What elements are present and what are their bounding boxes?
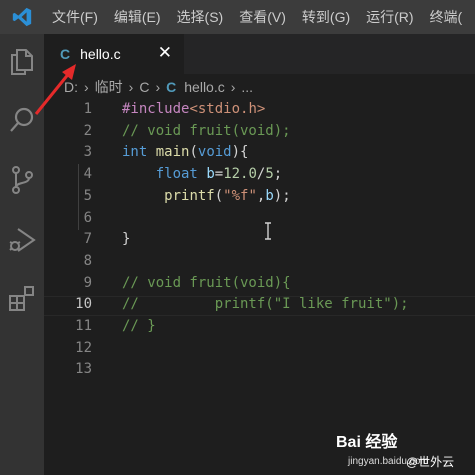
vscode-logo-icon[interactable] (0, 0, 44, 34)
code-token: ( (189, 144, 198, 161)
code-token: ); (273, 187, 291, 204)
code-token: // void fruit(void); (122, 122, 291, 139)
menu-view[interactable]: 查看(V) (231, 0, 294, 34)
chevron-right-icon: › (230, 79, 236, 95)
annotation-arrow (30, 60, 90, 125)
code-token: 12.0 (223, 166, 257, 183)
code-line[interactable]: 10 // printf("I like fruit"); (44, 293, 475, 315)
code-text: int main(void){ (122, 141, 248, 163)
line-number: 12 (75, 339, 92, 356)
code-text: // printf("I like fruit"); (122, 293, 409, 315)
source-control-icon[interactable] (0, 158, 44, 202)
code-token: // } (122, 318, 156, 334)
code-text: #include<stdio.h> (122, 98, 265, 120)
line-number: 6 (83, 209, 92, 226)
line-number: 8 (83, 252, 92, 269)
code-text: printf("%f",b); (122, 185, 291, 207)
breadcrumb-file[interactable]: hello.c (184, 79, 224, 95)
baidu-watermark: Bai 经验 jingyan.baidu.com @世外云 (336, 428, 475, 474)
code-token: 5 (265, 166, 274, 183)
line-number: 9 (83, 274, 92, 291)
code-token: <stdio.h> (189, 101, 266, 117)
code-token: ( (214, 187, 224, 204)
code-line[interactable]: 5 printf("%f",b); (44, 185, 475, 207)
menu-run[interactable]: 运行(R) (358, 0, 421, 34)
code-line[interactable]: 13 (44, 358, 475, 380)
code-line[interactable]: 1 #include<stdio.h> (44, 98, 475, 120)
code-line[interactable]: 4 float b=12.0/5; (44, 163, 475, 185)
code-token: ){ (231, 144, 249, 161)
tab-strip: C hello.c ✕ (44, 34, 475, 74)
code-line[interactable]: 2// void fruit(void); (44, 120, 475, 142)
indent-guide (78, 164, 79, 230)
code-token: printf (164, 187, 215, 204)
line-number: 13 (75, 361, 92, 378)
code-text: } (122, 228, 130, 250)
code-token: b (265, 187, 274, 204)
code-token: float (155, 166, 198, 183)
watermark-brand: Bai 经验 (336, 434, 398, 451)
line-number: 10 (75, 296, 92, 313)
code-text: float b=12.0/5; (122, 163, 283, 185)
code-token: main (155, 144, 190, 161)
menu-bar: 文件(F) 编辑(E) 选择(S) 查看(V) 转到(G) 运行(R) 终端( (0, 0, 475, 34)
close-icon[interactable]: ✕ (158, 43, 172, 63)
code-token: // printf("I like fruit"); (122, 296, 409, 313)
code-token: int (122, 144, 148, 161)
code-token: "%f" (223, 187, 257, 204)
menu-selection[interactable]: 选择(S) (169, 0, 232, 34)
code-token: ; (273, 166, 283, 183)
code-line[interactable]: 9 // void fruit(void){ (44, 272, 475, 294)
code-token: // void fruit(void){ (122, 274, 291, 291)
breadcrumb-more[interactable]: ... (241, 79, 253, 95)
breadcrumb: D: › 临时 › C › C hello.c › ... (44, 74, 475, 100)
line-number: 11 (75, 318, 92, 334)
code-line[interactable]: 8 (44, 250, 475, 272)
breadcrumb-folder[interactable]: 临时 (95, 77, 123, 97)
menu-edit[interactable]: 编辑(E) (106, 0, 169, 34)
chevron-right-icon: › (128, 79, 134, 95)
watermark-author: @世外云 (406, 455, 455, 469)
line-number: 5 (83, 187, 92, 204)
chevron-right-icon: › (155, 79, 161, 95)
code-text: // } (122, 315, 156, 337)
code-line[interactable]: 7} (44, 228, 475, 250)
code-token: } (122, 231, 131, 248)
code-line[interactable]: 3 int main(void){ (44, 141, 475, 163)
line-number: 4 (83, 166, 92, 183)
code-token: void (197, 144, 232, 161)
code-text: // void fruit(void){ (122, 272, 291, 294)
line-number: 3 (83, 144, 92, 161)
menu-terminal[interactable]: 终端( (422, 0, 471, 34)
breadcrumb-folder-c[interactable]: C (139, 79, 149, 95)
code-line[interactable]: 11 // } (44, 315, 475, 337)
menu-go[interactable]: 转到(G) (294, 0, 358, 34)
code-token: #include (122, 101, 190, 117)
extensions-icon[interactable] (0, 276, 44, 320)
menu-file[interactable]: 文件(F) (44, 0, 106, 34)
code-text: // void fruit(void); (122, 120, 291, 142)
text-cursor-icon (264, 222, 272, 245)
code-token: b (206, 166, 215, 183)
code-token: = (214, 166, 224, 183)
code-editor[interactable]: 1 #include<stdio.h> 2// void fruit(void); 3… (44, 98, 475, 388)
code-line[interactable]: 12 (44, 337, 475, 359)
code-line[interactable]: 6 (44, 207, 475, 229)
c-file-icon: C (166, 79, 177, 95)
run-debug-icon[interactable] (0, 218, 44, 262)
line-number: 7 (83, 231, 92, 248)
